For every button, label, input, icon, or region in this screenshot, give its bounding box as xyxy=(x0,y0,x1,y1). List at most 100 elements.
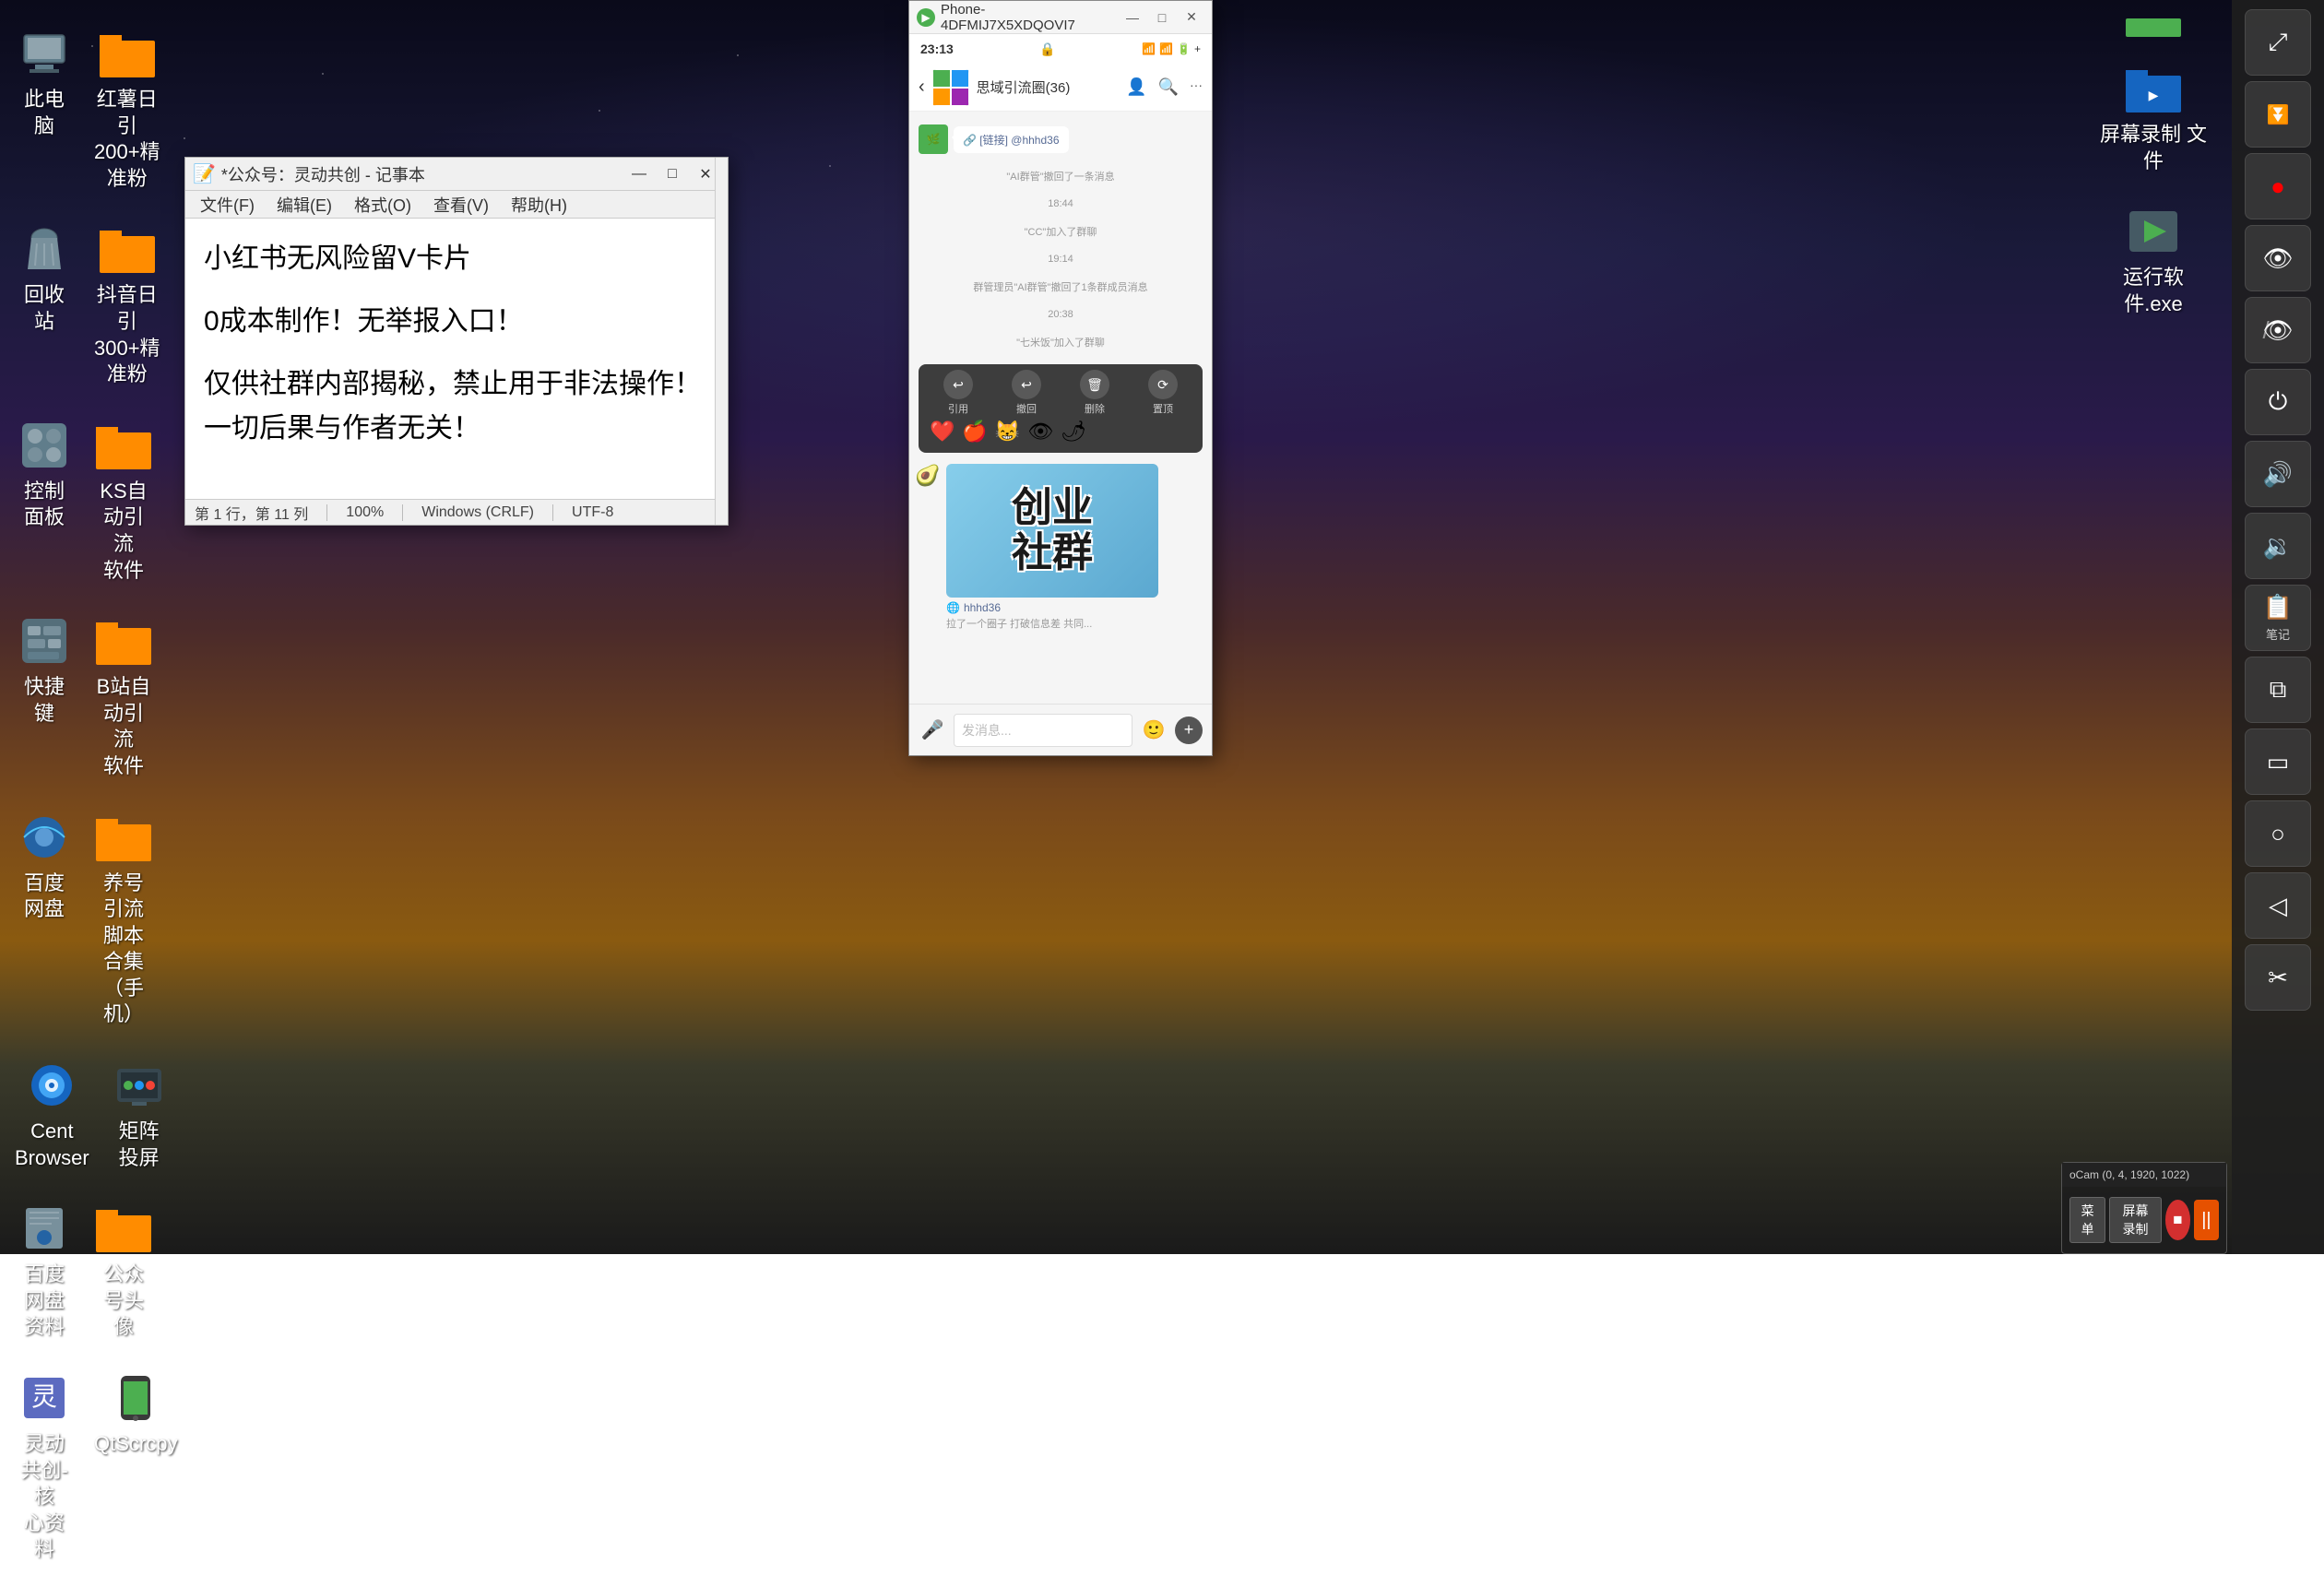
screen-record-label: 屏幕录制 文件 xyxy=(2094,122,2212,174)
notepad-menu-file[interactable]: 文件(F) xyxy=(191,191,264,219)
notepad-scrollbar[interactable] xyxy=(715,219,728,499)
chat-input-box[interactable]: 发消息... xyxy=(954,714,1132,747)
msg-action-pin[interactable]: ⟳ 置顶 xyxy=(1148,370,1178,416)
msg-emoji-eye[interactable]: 👁 xyxy=(1027,420,1053,444)
ocam-screen-record-btn[interactable]: 屏幕录制 xyxy=(2109,1197,2162,1243)
matrix-screen-label: 矩阵投屏 xyxy=(110,1119,169,1171)
rp-record-icon: ● xyxy=(2271,172,2285,201)
msg-action-recall-icon: ↩ xyxy=(1012,370,1041,399)
desktop-icon-matrix-screen[interactable]: 矩阵投屏 xyxy=(104,1050,174,1177)
desktop-icon-control-panel[interactable]: 控制面板 xyxy=(9,410,79,589)
wechat-avatar-label: 公众号头像 xyxy=(94,1261,153,1341)
desktop-icon-qtscrcpy[interactable]: QtScrcpy xyxy=(89,1363,183,1569)
notepad-menu-format[interactable]: 格式(O) xyxy=(345,191,421,219)
wechat-back-btn[interactable]: ‹ xyxy=(919,77,925,98)
notepad-status-sep2 xyxy=(402,504,403,521)
desktop-icon-yanghao[interactable]: 养号引流脚本合集（手机） xyxy=(89,802,159,1035)
chat-messages[interactable]: 🌿 🔗 [链接] @hhhd36 "AI群管"撤回了一条消息 18:44 "CC… xyxy=(909,112,1212,704)
chat-link-avatar: 🌿 xyxy=(919,124,948,154)
rp-circle-icon: ○ xyxy=(2271,820,2285,848)
phone-maximize-btn[interactable]: □ xyxy=(1149,7,1175,28)
desktop-icon-baidu-materials[interactable]: 百度网盘资料 xyxy=(9,1193,79,1346)
msg-emoji-cat[interactable]: 😸 xyxy=(995,420,1020,444)
huochang-label: 红薯日引200+精准粉 xyxy=(94,87,160,192)
bilibili-label: B站自动引流软件 xyxy=(94,674,153,779)
chat-image-message[interactable]: 创业 社群 xyxy=(946,464,1158,598)
desktop-icon-wechat-avatar[interactable]: 公众号头像 xyxy=(89,1193,159,1346)
rp-circle-btn[interactable]: ○ xyxy=(2245,800,2311,867)
rp-copy-btn[interactable]: ⧉ xyxy=(2245,657,2311,723)
rp-expand-icon: ⤢ xyxy=(2269,28,2288,57)
chat-bubble-arrow xyxy=(948,134,955,141)
msg-emoji-heart[interactable]: ❤️ xyxy=(930,420,954,444)
ocam-stop-btn[interactable]: ⏹ xyxy=(2165,1200,2190,1240)
desktop-icon-douyin[interactable]: 抖音日引300+精准粉 xyxy=(89,214,166,393)
desktop-icon-this-pc[interactable]: 此电脑 xyxy=(9,18,79,197)
rp-power-btn[interactable]: ⏻ xyxy=(2245,369,2311,435)
rp-scissors-btn[interactable]: ✂ xyxy=(2245,944,2311,1011)
chat-voice-btn[interactable]: 🎤 xyxy=(919,717,946,744)
wechat-search-icon[interactable]: 🔍 xyxy=(1158,77,1179,97)
chat-emoji-btn[interactable]: 🙂 xyxy=(1140,717,1168,744)
rp-eye-btn[interactable]: 👁 xyxy=(2245,225,2311,291)
rp-eye-slash-icon: 👁/ xyxy=(2262,316,2293,345)
desktop-icon-huochang[interactable]: 红薯日引200+精准粉 xyxy=(89,18,166,197)
rp-eye-slash-btn[interactable]: 👁/ xyxy=(2245,297,2311,363)
phone-title-controls: — □ ✕ xyxy=(1120,7,1204,28)
rp-back-btn[interactable]: ◁ xyxy=(2245,872,2311,939)
desktop-icon-run-exe[interactable]: 运行软件.exe xyxy=(2089,196,2218,323)
phone-minimize-btn[interactable]: — xyxy=(1120,7,1145,28)
notepad-status-sep1 xyxy=(326,504,327,521)
matrix-screen-icon xyxy=(110,1056,169,1115)
wechat-member-icon[interactable]: 👤 xyxy=(1126,77,1146,97)
rp-record-btn[interactable]: ● xyxy=(2245,153,2311,219)
desktop-icon-screen-record[interactable]: ▶ 屏幕录制 文件 xyxy=(2089,53,2218,180)
msg-emoji-apple[interactable]: 🍎 xyxy=(962,420,987,444)
notepad-line-4: 一切后果与作者无关！ xyxy=(204,407,709,451)
chat-system-msg-4: "七米饭"加入了群聊 xyxy=(919,331,1203,353)
rp-expand-btn[interactable]: ⤢ xyxy=(2245,9,2311,76)
desktop-icon-lingdong[interactable]: 灵 灵动共创-核心资料 xyxy=(9,1363,79,1569)
rp-copy-icon: ⧉ xyxy=(2270,675,2287,705)
wechat-more-icon[interactable]: ··· xyxy=(1190,77,1203,97)
chat-add-btn[interactable]: + xyxy=(1175,717,1203,744)
phone-close-btn[interactable]: ✕ xyxy=(1179,7,1204,28)
msg-action-recall[interactable]: ↩ 撤回 xyxy=(1012,370,1041,416)
desktop-icon-baidu-disk[interactable]: 百度网盘 xyxy=(9,802,79,1035)
this-pc-label: 此电脑 xyxy=(15,87,74,139)
rp-volume-down-btn[interactable]: 🔉 xyxy=(2245,513,2311,579)
rp-notepad-btn[interactable]: 📋 笔记 xyxy=(2245,585,2311,651)
notepad-menu-edit[interactable]: 编辑(E) xyxy=(267,191,341,219)
rp-volume-down-icon: 🔉 xyxy=(2263,532,2293,561)
rp-frame-btn[interactable]: ▭ xyxy=(2245,728,2311,795)
notepad-menu-help[interactable]: 帮助(H) xyxy=(502,191,576,219)
ocam-pause-icon: || xyxy=(2201,1210,2211,1231)
rp-volume-btn[interactable]: 🔊 xyxy=(2245,441,2311,507)
desktop-icon-recycle[interactable]: 回收站 xyxy=(9,214,79,393)
baidu-disk-label: 百度网盘 xyxy=(15,870,74,923)
desktop-icon-shortcut[interactable]: 快捷键 xyxy=(9,606,79,785)
chat-link-text: 🔗 [链接] @hhhd36 xyxy=(963,134,1060,147)
phone-titlebar: ▶ Phone-4DFMIJ7X5XDQOVI7 — □ ✕ xyxy=(909,1,1212,34)
msg-action-delete[interactable]: 🗑 删除 xyxy=(1080,370,1109,416)
notepad-maximize-btn[interactable]: □ xyxy=(658,163,687,185)
rp-arrow-down-btn[interactable]: ⏬ xyxy=(2245,81,2311,148)
chat-sender-indicator: 🌐 xyxy=(946,601,960,614)
this-pc-icon xyxy=(15,24,74,83)
msg-emoji-pepper[interactable]: 🌶 xyxy=(1061,420,1086,444)
desktop-icon-bilibili[interactable]: B站自动引流软件 xyxy=(89,606,159,785)
notepad-menu-view[interactable]: 查看(V) xyxy=(424,191,498,219)
desktop-icon-cent-browser[interactable]: CentBrowser xyxy=(9,1050,95,1177)
wechat-group-avatar xyxy=(932,69,969,106)
msg-action-quote[interactable]: ↩ 引用 xyxy=(943,370,973,416)
phone-title-left: ▶ Phone-4DFMIJ7X5XDQOVI7 xyxy=(917,2,1120,33)
cent-browser-icon xyxy=(22,1056,81,1115)
msg-action-row-1: ↩ 引用 ↩ 撤回 🗑 删除 ⟳ 置顶 xyxy=(924,370,1197,416)
shortcut-icon xyxy=(15,611,74,670)
notepad-minimize-btn[interactable]: — xyxy=(624,163,654,185)
desktop-icons-left: 此电脑 红薯日引200+精准粉 xyxy=(0,0,148,1587)
ocam-pause-btn[interactable]: || xyxy=(2194,1200,2219,1240)
notepad-content[interactable]: 小红书无风险留V卡片 0成本制作！无举报入口！ 仅供社群内部揭秘，禁止用于非法操… xyxy=(185,219,728,499)
desktop-icon-ks[interactable]: KS自动引流软件 xyxy=(89,410,159,589)
ocam-menu-btn[interactable]: 菜单 xyxy=(2069,1197,2105,1243)
